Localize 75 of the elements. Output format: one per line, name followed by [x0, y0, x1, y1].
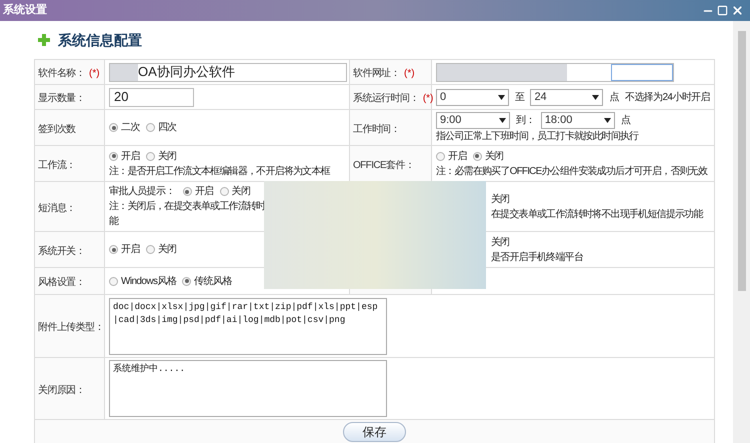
radio-button[interactable] [182, 187, 192, 196]
hint-text: 不选择为24小时开启 [624, 90, 710, 104]
scrollbar[interactable] [733, 21, 750, 443]
field-label: OFFICE套件： [353, 158, 414, 172]
radio-label: 关闭 [484, 150, 504, 164]
radio-button[interactable] [182, 276, 192, 286]
text-field[interactable]: 20 [109, 88, 194, 106]
close-icon[interactable] [731, 4, 744, 17]
field-label: 系统开关： [38, 244, 86, 258]
radio-label: 四次 [158, 121, 177, 135]
note-text: 关闭 [491, 236, 510, 250]
range-separator: 至 [515, 90, 524, 104]
field-label: 系统运行时间： [353, 92, 419, 106]
plus-icon [38, 34, 50, 46]
radio-button[interactable] [109, 276, 118, 286]
window-title: 系统设置 [3, 2, 47, 18]
field-label: 工作流： [38, 158, 76, 172]
text-area[interactable]: 系统维护中..... [109, 360, 387, 417]
field-label: 附件上传类型： [38, 320, 104, 335]
text-field[interactable] [436, 62, 674, 82]
field-label: 签到次数 [38, 122, 76, 136]
caret-icon [592, 94, 600, 100]
required-mark: (*) [89, 67, 100, 81]
note-text: 关闭 [491, 192, 510, 206]
radio-label: 关闭 [158, 150, 177, 164]
radio-button[interactable] [146, 245, 155, 254]
radio-button[interactable] [472, 152, 482, 160]
radio-button[interactable] [146, 152, 155, 160]
text-field[interactable]: OA协同办公软件 [109, 62, 347, 82]
field-label: 风格设置： [38, 276, 86, 290]
field-label: 软件名称： [38, 67, 86, 81]
note-text: 能 [109, 214, 118, 229]
radio-button[interactable] [220, 187, 229, 196]
option-prefix: 审批人员提示： [109, 184, 175, 199]
radio-label: 开启 [121, 150, 140, 164]
radio-button[interactable] [109, 245, 118, 254]
note-text: 注：关闭后，在提交表单或工作流转时 [109, 200, 266, 214]
note-text: 在提交表单或工作流转时将不出现手机短信提示功能 [491, 208, 703, 222]
caret-icon [499, 118, 506, 122]
select-field[interactable]: 0 [436, 88, 510, 106]
caret-icon [498, 94, 506, 100]
radio-label: 二次 [121, 121, 140, 135]
radio-button[interactable] [109, 123, 118, 132]
required-mark: (*) [404, 67, 415, 81]
select-field[interactable]: 24 [530, 88, 604, 106]
radio-label: 开启 [121, 242, 140, 257]
radio-label: Windows风格 [121, 274, 176, 288]
save-button[interactable]: 保存 [343, 422, 406, 442]
radio-label: 传统风格 [194, 274, 232, 288]
radio-label: 关闭 [158, 242, 177, 257]
radio-label: 开启 [194, 184, 214, 199]
field-label: 软件网址： [353, 66, 400, 81]
maximize-icon[interactable] [717, 5, 728, 16]
section-heading: 系统信息配置 [58, 30, 142, 50]
radio-button[interactable] [436, 152, 445, 160]
text-area[interactable]: doc|docx|xlsx|jpg|gif|rar|txt|zip|pdf|xls|ppt|esp|cad|3ds|img|psd|pdf|ai|log|mdb|pot|csv|png [109, 298, 387, 354]
field-label: 短消息： [38, 202, 76, 216]
radio-label: 开启 [448, 150, 467, 164]
radio-button[interactable] [109, 152, 118, 160]
note-text: 注：是否开启工作流文本框编辑器，不开启将为文本框 [109, 164, 330, 178]
unit-text: 点 [609, 90, 619, 104]
select-field[interactable]: 18:00 [540, 112, 615, 128]
required-mark: (*) [422, 92, 434, 106]
note-text: 是否开启手机终端平台 [491, 250, 584, 264]
radio-label: 关闭 [232, 184, 250, 199]
select-field[interactable]: 9:00 [436, 112, 510, 128]
caret-icon [604, 118, 611, 122]
field-label: 显示数量： [38, 92, 86, 106]
radio-button[interactable] [146, 123, 155, 132]
field-label: 关闭原因： [38, 384, 86, 398]
unit-text: 点 [620, 114, 630, 128]
field-label: 工作时间： [353, 122, 400, 136]
note-text: 注：必需在购买了OFFICE办公组件安装成功后才可开启，否则无效 [436, 164, 708, 178]
note-text: 指公司正常上下班时间，员工打卡就按此时间执行 [436, 130, 638, 144]
range-separator: 到： [516, 114, 535, 128]
